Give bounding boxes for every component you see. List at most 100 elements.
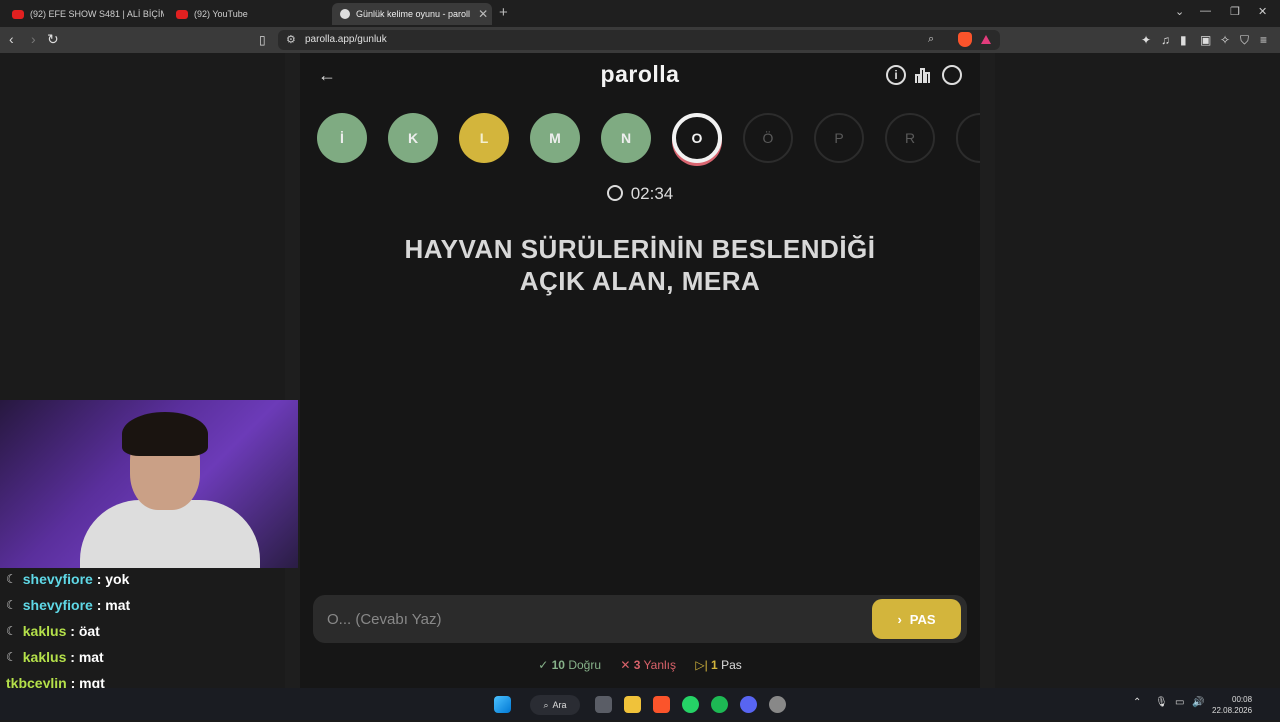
system-clock[interactable]: 00:08 22.08.2026 [1212, 694, 1252, 716]
chat-separator: : [92, 597, 106, 613]
taskbar-search[interactable]: ⌕ Ara [530, 695, 580, 715]
chat-separator: : [66, 649, 79, 665]
windows-taskbar: ⌕ Ara ⌃ 🎙 ▭ 🔊 00:08 22.08.2026 [0, 688, 1280, 720]
question-line: AÇIK ALAN, MERA [519, 266, 761, 296]
letter-circle-next [956, 113, 980, 163]
parolla-favicon-icon [340, 9, 350, 19]
obs-icon[interactable] [769, 696, 786, 713]
chat-message: ☾ shevyfiore : mat [0, 592, 298, 618]
chat-message: ☾ shevyfiore : yok [0, 566, 298, 592]
media-icon[interactable]: ♫ [1161, 33, 1170, 47]
clock-date: 22.08.2026 [1212, 706, 1253, 715]
question-text: HAYVAN SÜRÜLERİNİN BESLENDİĞİ AÇIK ALAN,… [360, 233, 920, 297]
timer: 02:34 [300, 184, 980, 204]
tab-title: (92) YouTube [194, 9, 248, 19]
sidebar-icon[interactable]: ▮ [1180, 33, 1187, 47]
streamer-webcam [0, 400, 298, 568]
letter-circle-4: N [601, 113, 651, 163]
letter-circle-2: L [459, 113, 509, 163]
discord-icon[interactable] [740, 696, 757, 713]
tab-youtube[interactable]: (92) YouTube [168, 3, 328, 25]
close-window-icon[interactable]: ✕ [1258, 5, 1267, 18]
tab-list-icon[interactable]: ⌄ [1175, 5, 1184, 18]
letter-circle-0: İ [317, 113, 367, 163]
pass-button[interactable]: › PAS [872, 599, 961, 639]
leo-ai-icon[interactable]: ✧ [1220, 33, 1230, 47]
forward-icon[interactable]: › [31, 31, 36, 47]
vpn-shield-icon[interactable]: ⛉ [1240, 33, 1249, 48]
chat-text: öat [78, 623, 100, 639]
url-text: parolla.app/gunluk [305, 34, 387, 45]
browser-toolbar: ‹ › ↻ ▯ ⚙ parolla.app/gunluk ⌕ ✦ ♫ ▮ ▣ ✧… [0, 27, 1280, 53]
profile-icon[interactable] [942, 65, 962, 85]
wallet-icon[interactable]: ▣ [1200, 33, 1211, 47]
browser-tab-bar: (92) EFE SHOW S481 | ALİ BİÇİM & KI (92)… [0, 0, 1280, 27]
info-icon[interactable]: i [886, 65, 906, 85]
letter-circle-5: O [672, 113, 722, 163]
spotify-icon[interactable] [711, 696, 728, 713]
search-label: Ara [552, 700, 567, 710]
score-summary: ✓ 10 Doğru ✕ 3 Yanlış ▷| 1 Pas [300, 658, 980, 672]
zoom-icon[interactable]: ⌕ [928, 33, 934, 46]
pass-label: PAS [909, 611, 936, 627]
tab-title: (92) EFE SHOW S481 | ALİ BİÇİM & KI [30, 9, 164, 19]
chat-username: shevyfiore [22, 597, 93, 613]
answer-box: › PAS [313, 595, 967, 643]
chevron-right-icon: › [897, 611, 902, 627]
microphone-icon[interactable]: 🎙 [1155, 697, 1168, 708]
chat-text: mat [105, 597, 131, 613]
chat-message: ☾ kaklus : öat [0, 618, 298, 644]
tab-title: Günlük kelime oyunu - paroll [356, 9, 471, 19]
timer-value: 02:34 [630, 184, 674, 203]
letter-circle-7: P [814, 113, 864, 163]
clock-time: 00:08 [1232, 695, 1253, 704]
menu-icon[interactable]: ≡ [1260, 33, 1267, 47]
network-icon[interactable]: ▭ [1175, 697, 1184, 708]
chat-username: shevyfiore [22, 571, 93, 587]
app-logo: parolla [600, 61, 680, 87]
question-line: HAYVAN SÜRÜLERİNİN BESLENDİĞİ [404, 234, 876, 264]
moon-badge-icon: ☾ [6, 624, 17, 638]
extensions-icon[interactable]: ✦ [1141, 33, 1151, 47]
chat-message: ☾ kaklus : mat [0, 644, 298, 670]
correct-stat: ✓ 10 Doğru [538, 658, 601, 672]
back-icon[interactable]: ‹ [9, 31, 14, 47]
tray-overflow-icon[interactable]: ⌃ [1133, 697, 1141, 708]
maximize-icon[interactable]: ❐ [1230, 5, 1240, 18]
moon-badge-icon: ☾ [6, 598, 17, 612]
file-explorer-icon[interactable] [624, 696, 641, 713]
moon-badge-icon: ☾ [6, 650, 17, 664]
chat-text: mat [78, 649, 104, 665]
youtube-icon [176, 9, 188, 19]
letter-circle-8: R [885, 113, 935, 163]
minimize-icon[interactable]: — [1200, 5, 1211, 17]
pass-stat: ▷| 1 Pas [695, 658, 742, 672]
stats-icon[interactable] [914, 65, 934, 85]
answer-input[interactable] [327, 607, 827, 631]
new-tab-icon[interactable]: + [499, 4, 508, 21]
tab-efe-show[interactable]: (92) EFE SHOW S481 | ALİ BİÇİM & KI [4, 3, 164, 25]
letter-circle-6: Ö [743, 113, 793, 163]
wrong-stat: ✕ 3 Yanlış [620, 658, 677, 672]
chat-username: kaklus [22, 649, 67, 665]
moon-badge-icon: ☾ [6, 572, 17, 586]
bookmark-icon[interactable]: ▯ [259, 33, 266, 47]
brave-shields-icon[interactable] [958, 32, 972, 47]
address-bar[interactable]: ⚙ parolla.app/gunluk ⌕ [278, 30, 1000, 50]
chat-username: kaklus [22, 623, 67, 639]
clock-icon [606, 185, 623, 201]
parolla-game: ← parolla i İKLMNOÖPR 02:34 HAYVAN SÜRÜL… [300, 53, 980, 688]
letter-circle-1: K [388, 113, 438, 163]
whatsapp-icon[interactable] [682, 696, 699, 713]
task-view-icon[interactable] [595, 696, 612, 713]
tab-parolla[interactable]: Günlük kelime oyunu - paroll ✕ [332, 3, 492, 25]
close-tab-icon[interactable]: ✕ [470, 7, 488, 21]
youtube-icon [12, 9, 24, 19]
brave-browser-icon[interactable] [653, 696, 670, 713]
brave-rewards-icon[interactable] [981, 35, 991, 44]
windows-start-icon[interactable] [494, 696, 511, 713]
volume-icon[interactable]: 🔊 [1192, 697, 1204, 708]
reload-icon[interactable]: ↻ [47, 31, 59, 48]
site-info-icon[interactable]: ⚙ [286, 33, 296, 46]
chat-text: yok [105, 571, 130, 587]
